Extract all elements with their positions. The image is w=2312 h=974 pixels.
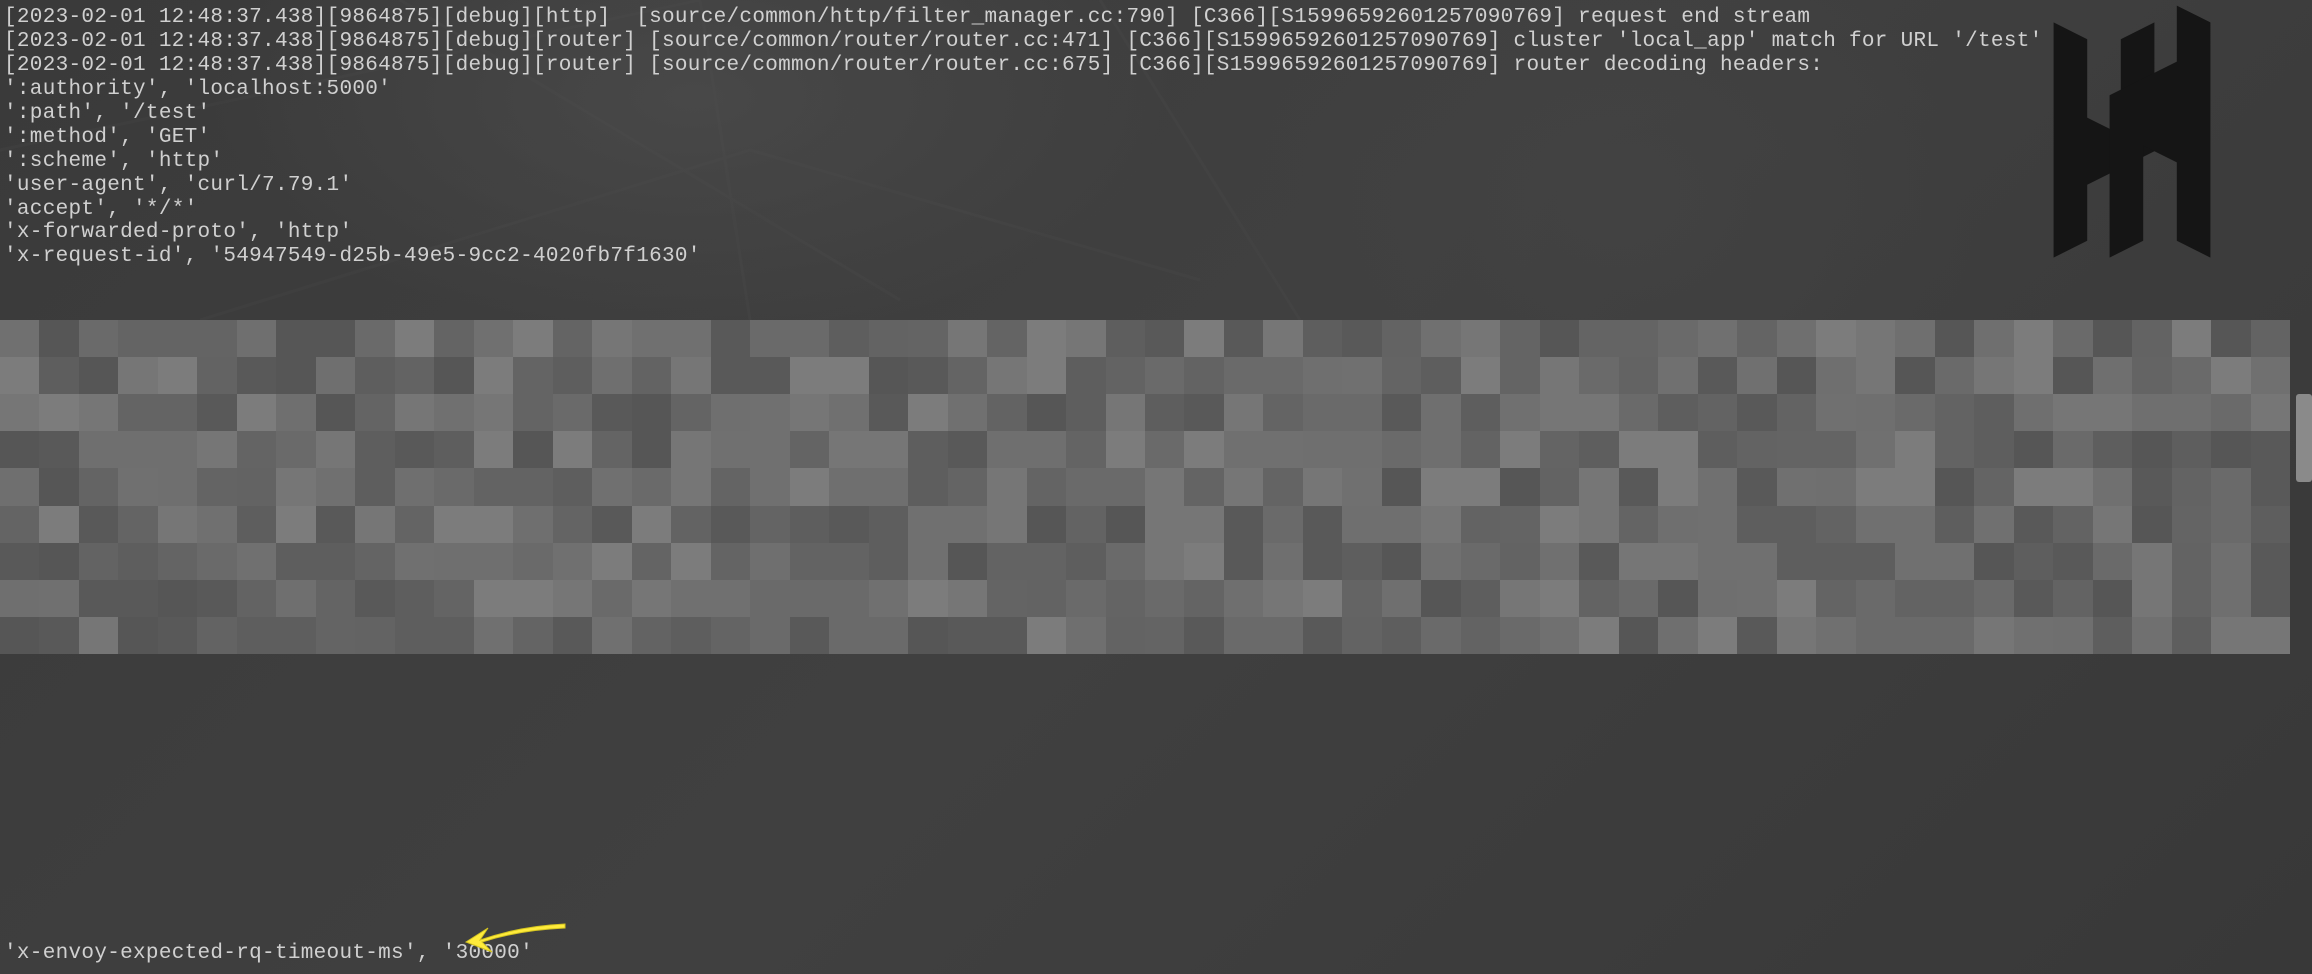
log-output: [2023-02-01 12:48:37.438][9864875][debug…: [0, 0, 2312, 275]
vertical-scrollbar-thumb[interactable]: [2296, 394, 2312, 482]
footer-text: 'x-envoy-expected-rq-timeout-ms', '30000…: [4, 942, 533, 965]
log-line: ':scheme', 'http': [4, 150, 223, 173]
log-line: [2023-02-01 12:48:37.438][9864875][debug…: [4, 54, 1823, 77]
log-line: [2023-02-01 12:48:37.438][9864875][debug…: [4, 6, 1810, 29]
annotation-arrow: [460, 914, 570, 970]
redacted-pixelated-region: [0, 320, 2290, 654]
log-line: ':path', '/test': [4, 102, 210, 125]
log-line: 'user-agent', 'curl/7.79.1': [4, 174, 352, 197]
log-line: 'accept', '*/*': [4, 198, 198, 221]
log-line: ':method', 'GET': [4, 126, 210, 149]
log-line: ':authority', 'localhost:5000': [4, 78, 391, 101]
highlighted-log-line: 'x-envoy-expected-rq-timeout-ms', '30000…: [4, 942, 533, 966]
log-line: 'x-forwarded-proto', 'http': [4, 221, 352, 244]
log-line: 'x-request-id', '54947549-d25b-49e5-9cc2…: [4, 245, 701, 268]
log-line: [2023-02-01 12:48:37.438][9864875][debug…: [4, 30, 2043, 53]
